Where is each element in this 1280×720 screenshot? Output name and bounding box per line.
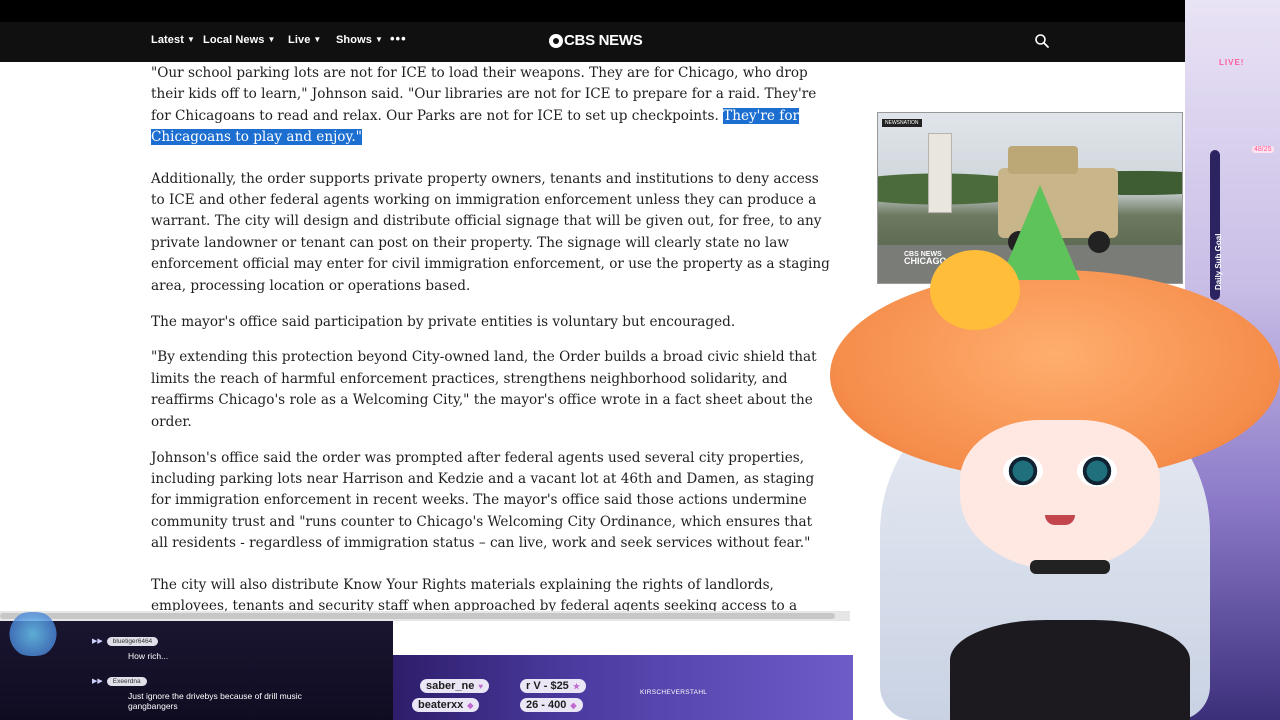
chat-text: Just ignore the drivebys because of dril… (128, 691, 302, 711)
chat-username: Exeerdna (106, 677, 147, 686)
cbs-news-logo[interactable]: CBS NEWS (549, 32, 643, 49)
sub-goal-label: Daily Sub Goal (1214, 233, 1223, 290)
quote-text: "Our school parking lots are not for ICE… (151, 65, 817, 124)
horizontal-scrollbar[interactable] (0, 611, 850, 621)
more-menu-button[interactable]: ••• (390, 31, 407, 46)
chevron-down-icon: ▼ (374, 35, 383, 44)
search-icon[interactable] (1034, 33, 1050, 49)
goal-pill: 26 - 400 ◆ (520, 698, 583, 712)
logo-text: CBS NEWS (564, 32, 643, 49)
monument-image (928, 133, 952, 213)
article-paragraph: Johnson's office said the order was prom… (151, 449, 815, 552)
chat-message: ▶▶ bluetiger6464 How rich... (92, 630, 168, 662)
avatar-eye (1003, 455, 1043, 487)
goal-text: r V - $25 (526, 680, 569, 692)
play-icon: ▶▶ (92, 678, 103, 685)
goal-pill: saber_ne ♥ (420, 679, 490, 693)
goal-text: beaterxx (418, 699, 464, 711)
nav-shows[interactable]: Shows ▼ (336, 34, 383, 46)
diamond-icon: ◆ (467, 701, 474, 710)
avatar-choker (1030, 560, 1110, 574)
goal-pill: beaterxx ◆ (412, 698, 480, 712)
nav-live[interactable]: Live ▼ (288, 34, 321, 46)
streamer-handle: KIRSCHEVERSTAHL (640, 689, 708, 696)
chevron-down-icon: ▼ (267, 35, 276, 44)
chat-message: ▶▶ Exeerdna Just ignore the drivebys beca… (92, 670, 348, 711)
nav-shows-label: Shows (336, 34, 372, 46)
nav-latest[interactable]: Latest ▼ (151, 34, 195, 46)
cbs-eye-icon (549, 33, 563, 48)
diamond-icon: ◆ (570, 701, 577, 710)
heart-icon: ♥ (478, 682, 484, 691)
avatar-eye (1077, 455, 1117, 487)
site-nav: Latest ▼ Local News ▼ Live ▼ Shows ▼ ••• CBS… (0, 22, 1280, 62)
nav-local-news-label: Local News (203, 34, 265, 46)
article-paragraph: "By extending this protection beyond Cit… (151, 349, 817, 430)
avatar-face (960, 420, 1160, 570)
play-icon: ▶▶ (92, 638, 103, 645)
channel-tag: NEWSNATION (882, 119, 922, 127)
live-label: LIVE! (1219, 58, 1245, 67)
top-strip (0, 0, 1280, 22)
chevron-down-icon: ▼ (187, 35, 196, 44)
nav-latest-label: Latest (151, 34, 184, 46)
article-paragraph-quote: "Our school parking lots are not for ICE… (151, 63, 831, 149)
avatar-outfit (950, 620, 1190, 720)
nav-local-news[interactable]: Local News ▼ (203, 34, 276, 46)
goal-text: saber_ne (426, 680, 475, 692)
pineapple-leaves-image (1000, 185, 1080, 280)
scrollbar-thumb[interactable] (0, 613, 835, 619)
sub-goal-count: 48/25 (1252, 146, 1274, 153)
goal-text: 26 - 400 (526, 699, 567, 711)
chevron-down-icon: ▼ (313, 35, 322, 44)
article-paragraph: Additionally, the order supports private… (151, 170, 830, 294)
goal-pill: r V - $25 ★ (520, 679, 586, 693)
nav-live-label: Live (288, 34, 311, 46)
chat-username: bluetiger6464 (106, 637, 159, 646)
chat-text: How rich... (128, 651, 169, 661)
wheel-image (1088, 231, 1110, 253)
article-body: "Our school parking lots are not for ICE… (151, 63, 831, 653)
article-paragraph: The mayor's office said participation by… (151, 313, 736, 330)
chat-mascot-image (8, 612, 58, 656)
pineapple-image (930, 250, 1020, 330)
star-icon: ★ (572, 682, 580, 691)
